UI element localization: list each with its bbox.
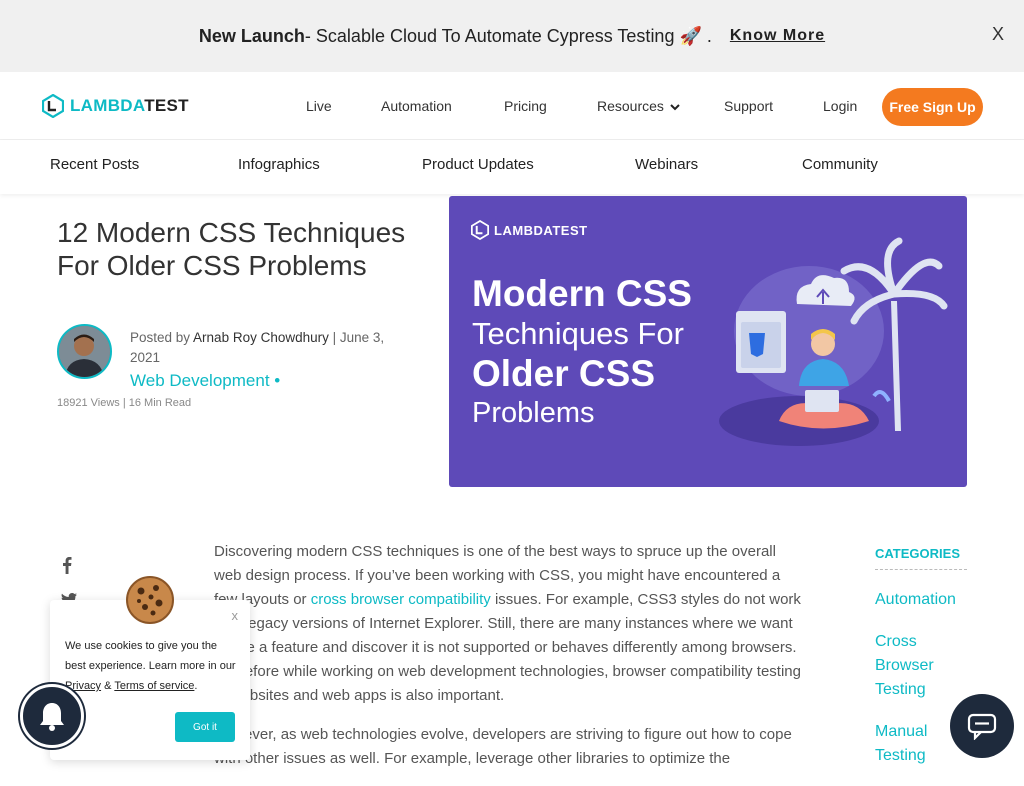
chat-icon bbox=[967, 713, 997, 740]
main-nav: Live Automation Pricing Resources Suppor… bbox=[0, 72, 1024, 140]
subnav-webinars[interactable]: Webinars bbox=[635, 156, 698, 173]
notification-bell-button[interactable] bbox=[20, 684, 84, 748]
subnav-product-updates[interactable]: Product Updates bbox=[422, 156, 534, 173]
facebook-icon[interactable] bbox=[60, 556, 74, 576]
subnav-recent-posts[interactable]: Recent Posts bbox=[50, 156, 139, 173]
paragraph-1: Discovering modern CSS techniques is one… bbox=[214, 543, 801, 704]
cookie-icon bbox=[126, 576, 174, 624]
main-header: LAMBDATEST Live Automation Pricing Resou… bbox=[0, 72, 1024, 140]
cookie-close-button[interactable]: x bbox=[232, 608, 239, 623]
cookie-text: We use cookies to give you the best expe… bbox=[65, 640, 236, 692]
article-body: Discovering modern CSS techniques is one… bbox=[214, 540, 804, 786]
bell-icon bbox=[40, 703, 64, 731]
paragraph-2: However, as web technologies evolve, dev… bbox=[214, 726, 792, 767]
announcement-bar: New Launch - Scalable Cloud To Automate … bbox=[0, 0, 1024, 72]
article-title: 12 Modern CSS Techniques For Older CSS P… bbox=[57, 217, 406, 281]
category-cross-browser-testing[interactable]: Cross Browser Testing bbox=[875, 630, 967, 702]
nav-live[interactable]: Live bbox=[306, 98, 332, 114]
nav-support[interactable]: Support bbox=[724, 98, 773, 114]
posted-by: Posted by Arnab Roy Chowdhury | June 3, … bbox=[130, 330, 385, 365]
author-link[interactable]: Arnab Roy Chowdhury bbox=[193, 330, 329, 345]
cross-browser-compat-link[interactable]: cross browser compatibility bbox=[311, 591, 491, 608]
author-avatar[interactable] bbox=[57, 324, 112, 379]
views-read-time: 18921 Views | 16 Min Read bbox=[57, 397, 192, 409]
category-automation[interactable]: Automation bbox=[875, 588, 967, 612]
announcement-lead: New Launch bbox=[198, 25, 305, 46]
announcement-text: - Scalable Cloud To Automate Cypress Tes… bbox=[304, 25, 712, 46]
subnav-infographics[interactable]: Infographics bbox=[238, 156, 320, 173]
categories-title: CATEGORIES bbox=[875, 546, 967, 570]
nav-resources-label: Resources bbox=[597, 98, 664, 114]
subnav-community[interactable]: Community bbox=[802, 156, 878, 173]
blog-subnav: Recent Posts Infographics Product Update… bbox=[0, 140, 1024, 194]
category-tag[interactable]: Web Development • bbox=[130, 371, 280, 391]
nav-automation[interactable]: Automation bbox=[381, 98, 452, 114]
terms-link[interactable]: Terms of service bbox=[114, 680, 194, 692]
avatar-image bbox=[59, 326, 110, 377]
close-announcement-button[interactable]: X bbox=[992, 24, 1004, 45]
nav-pricing[interactable]: Pricing bbox=[504, 98, 547, 114]
cookie-accept-button[interactable]: Got it bbox=[175, 712, 235, 742]
know-more-link[interactable]: Know More bbox=[730, 27, 825, 45]
hero-banner: LAMBDATEST Modern CSS Techniques For Old… bbox=[449, 196, 967, 487]
nav-resources[interactable]: Resources bbox=[597, 98, 680, 114]
nav-login[interactable]: Login bbox=[823, 98, 857, 114]
hero-illustration bbox=[719, 237, 948, 446]
chat-widget-button[interactable] bbox=[950, 694, 1014, 758]
chevron-down-icon bbox=[670, 104, 680, 111]
free-signup-button[interactable]: Free Sign Up bbox=[882, 88, 983, 126]
